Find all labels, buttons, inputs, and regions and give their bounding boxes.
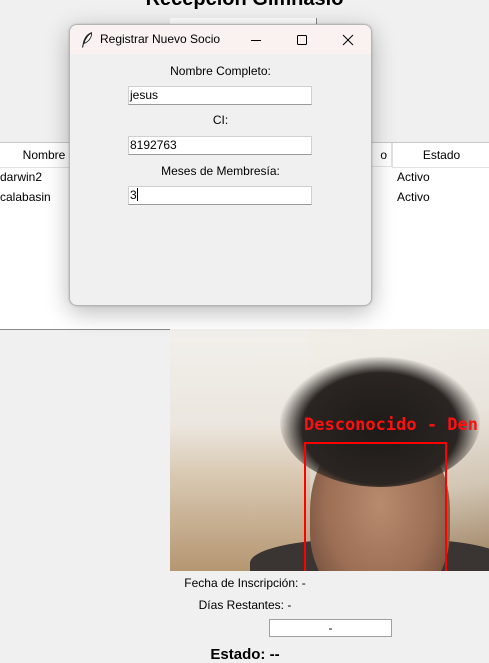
nombre-completo-label: Nombre Completo: (170, 64, 271, 78)
face-detection-box (304, 442, 447, 571)
app-title: Recepción Gimnasio (0, 0, 489, 11)
meses-membresia-input[interactable]: 3 (128, 186, 312, 205)
cell-nombre: darwin2 (0, 170, 43, 184)
dialog-titlebar[interactable]: Registrar Nuevo Socio (70, 25, 371, 54)
column-header-estado[interactable]: Estado (392, 143, 489, 168)
table-row[interactable]: darwin2 (0, 167, 42, 187)
text-caret (136, 188, 138, 201)
ci-value: 8192763 (130, 138, 177, 152)
estado-label: Estado: -- (210, 646, 280, 663)
cell-estado: Activo (397, 190, 430, 204)
close-button[interactable] (325, 25, 371, 54)
minimize-icon (251, 39, 261, 41)
meses-membresia-label: Meses de Membresía: (161, 164, 280, 178)
nombre-completo-input[interactable]: jesus (128, 86, 312, 105)
minimize-button[interactable] (233, 25, 279, 54)
meses-membresia-value: 3 (130, 188, 137, 202)
table-row[interactable]: calabasin (0, 187, 51, 207)
camera-feed: Desconocido - Den (170, 329, 489, 571)
estado-field: - (269, 619, 392, 637)
ci-input[interactable]: 8192763 (128, 136, 312, 155)
maximize-icon (297, 34, 307, 45)
nombre-completo-value: jesus (130, 88, 159, 102)
register-member-dialog[interactable]: Registrar Nuevo Socio Nombre Completo: j… (69, 24, 372, 306)
feather-icon (81, 32, 92, 48)
ci-label: CI: (212, 113, 229, 127)
dias-restantes-label: Días Restantes: - (198, 598, 292, 612)
face-detection-label: Desconocido - Den (304, 415, 478, 435)
close-icon (342, 34, 354, 45)
dialog-title: Registrar Nuevo Socio (100, 32, 221, 46)
maximize-button[interactable] (279, 25, 325, 54)
cell-nombre: calabasin (0, 190, 51, 204)
fecha-inscripcion-label: Fecha de Inscripción: - (184, 576, 306, 590)
cell-estado: Activo (397, 170, 430, 184)
